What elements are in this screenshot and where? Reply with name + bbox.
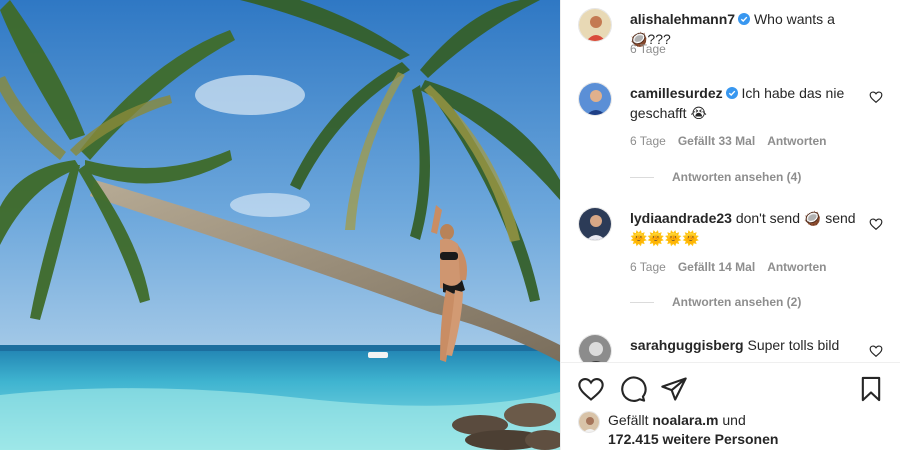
verified-badge-icon: [725, 84, 738, 99]
verified-badge-icon: [738, 10, 751, 25]
speech-bubble-icon[interactable]: [619, 375, 647, 403]
commenter-avatar[interactable]: [578, 334, 612, 362]
likes-conj: und: [722, 412, 746, 428]
liker-username[interactable]: noalara.m: [652, 412, 718, 428]
comment-text: Super tolls bild: [747, 337, 840, 353]
view-replies-button[interactable]: Antworten ansehen (4): [630, 170, 801, 184]
heart-outline-icon[interactable]: [577, 375, 605, 403]
commenter-username[interactable]: camillesurdez: [630, 85, 723, 101]
replies-divider: [630, 301, 654, 303]
commenter-username[interactable]: lydiaandrade23: [630, 210, 732, 226]
likes-prefix: Gefällt: [608, 412, 649, 428]
post-photo[interactable]: [0, 0, 560, 450]
comment-likes-count[interactable]: Gefällt 14 Mal: [678, 260, 755, 274]
caption-age[interactable]: 6 Tage: [630, 42, 666, 56]
likes-count[interactable]: 172.415 weitere Personen: [608, 430, 778, 449]
comment-age[interactable]: 6 Tage: [630, 134, 666, 148]
view-replies-button[interactable]: Antworten ansehen (2): [630, 295, 801, 309]
comment-age[interactable]: 6 Tage: [630, 260, 666, 274]
comment-like-heart-icon[interactable]: [869, 344, 883, 358]
beach-palm-photo: [0, 0, 560, 450]
author-avatar[interactable]: [578, 8, 612, 42]
paper-plane-icon[interactable]: [660, 375, 688, 403]
view-replies-label: Antworten ansehen (4): [672, 170, 802, 184]
commenter-username[interactable]: sarahguggisberg: [630, 337, 744, 353]
author-username[interactable]: alishalehmann7: [630, 11, 735, 27]
comments-panel: alishalehmann7 Who wants a 🥥??? 6 Tage c…: [560, 0, 900, 450]
instagram-post: alishalehmann7 Who wants a 🥥??? 6 Tage c…: [0, 0, 900, 450]
replies-divider: [630, 176, 654, 178]
comment-like-heart-icon[interactable]: [869, 90, 883, 104]
post-actions-bar: Gefällt noalara.m und 172.415 weitere Pe…: [561, 362, 900, 450]
commenter-avatar[interactable]: [578, 207, 612, 241]
comment-likes-count[interactable]: Gefällt 33 Mal: [678, 134, 755, 148]
commenter-avatar[interactable]: [578, 82, 612, 116]
reply-button[interactable]: Antworten: [767, 134, 826, 148]
reply-button[interactable]: Antworten: [767, 260, 826, 274]
liker-avatar[interactable]: [578, 411, 600, 433]
comments-scroll-area[interactable]: alishalehmann7 Who wants a 🥥??? 6 Tage c…: [561, 0, 900, 362]
comment-like-heart-icon[interactable]: [869, 217, 883, 231]
bookmark-icon[interactable]: [857, 375, 885, 403]
view-replies-label: Antworten ansehen (2): [672, 295, 802, 309]
